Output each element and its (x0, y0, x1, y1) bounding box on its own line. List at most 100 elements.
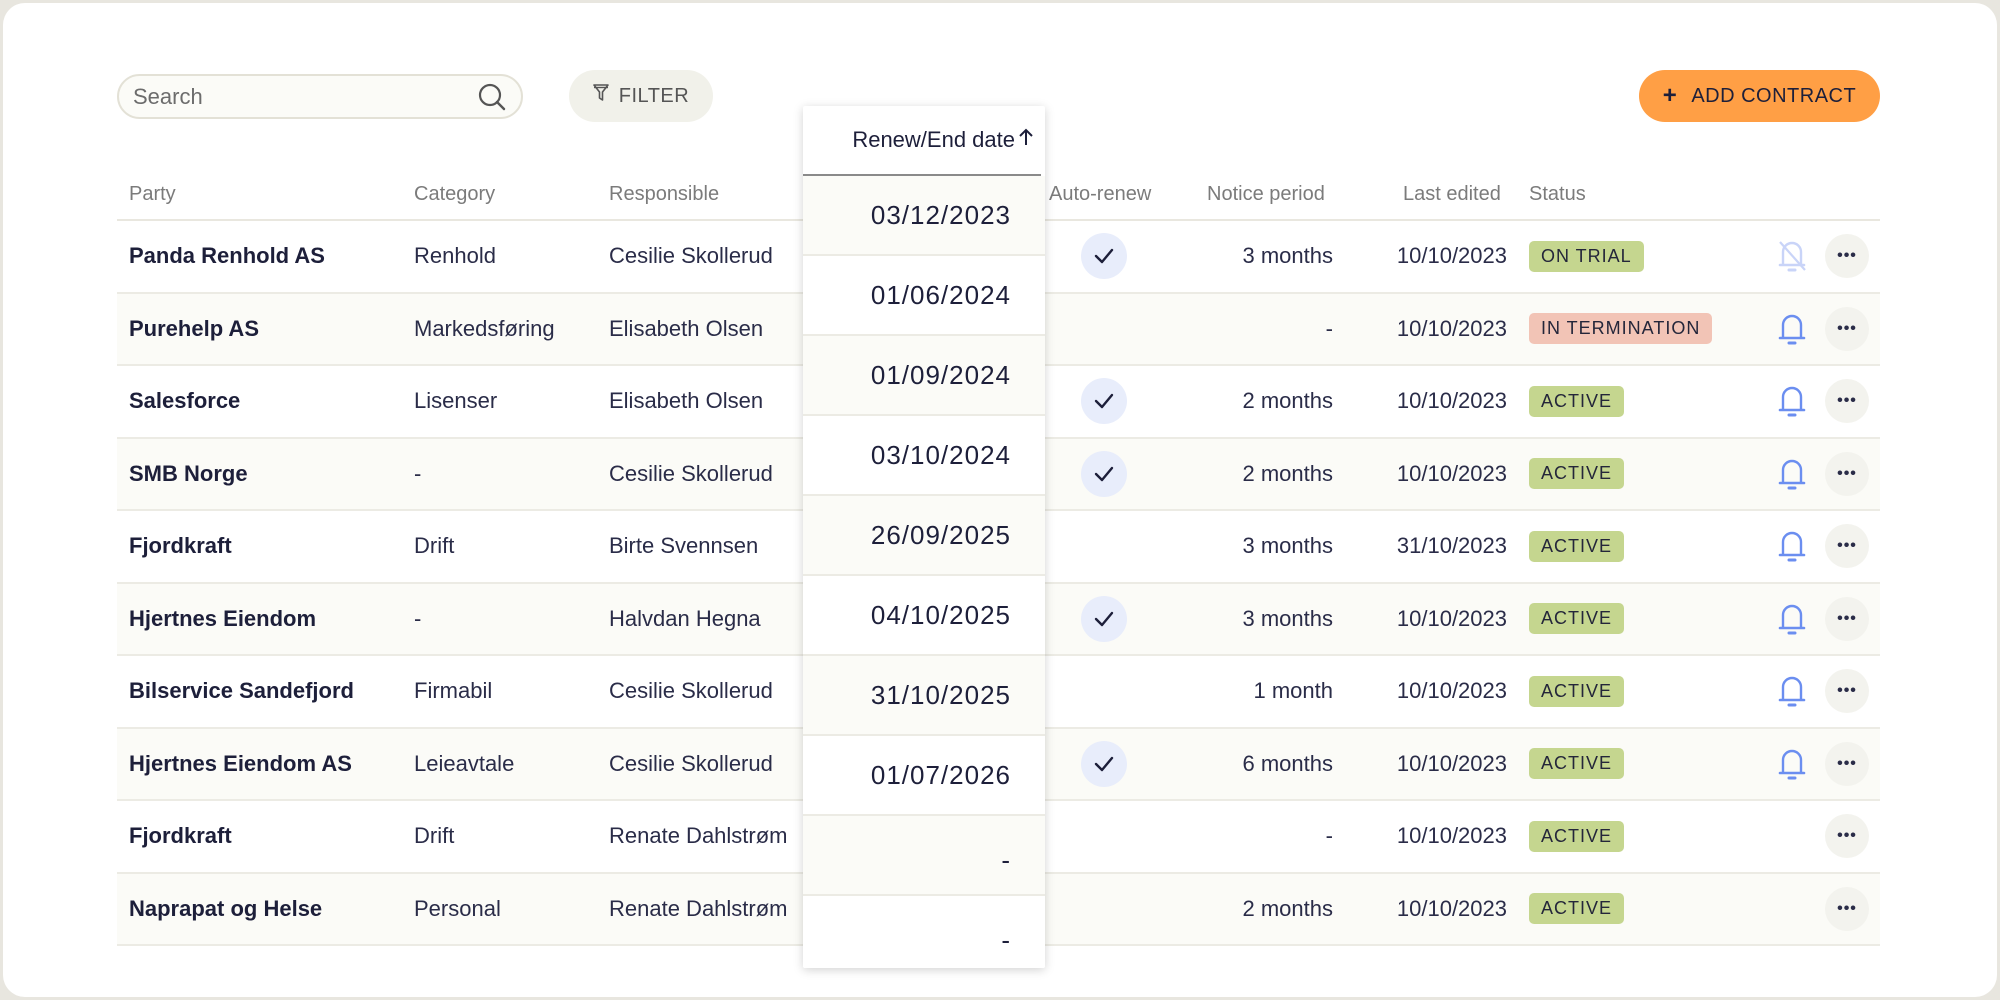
bell-icon[interactable] (1774, 729, 1810, 800)
status-badge: ACTIVE (1529, 820, 1625, 852)
filter-label: FILTER (618, 84, 690, 107)
status-badge: ACTIVE (1529, 458, 1625, 490)
plus-icon: + (1662, 82, 1678, 109)
renew-end-date-cell: 01/07/2026 (803, 736, 1045, 816)
auto-renew (1079, 221, 1129, 292)
bell-icon[interactable] (1774, 511, 1810, 582)
status-badge: ACTIVE (1529, 748, 1625, 780)
more-options-icon[interactable]: ••• (1825, 741, 1869, 786)
check-icon (1081, 595, 1127, 642)
category: Lisenser (414, 388, 498, 414)
notice-period: - (1325, 315, 1333, 341)
bell-icon[interactable] (1774, 294, 1810, 365)
last-edited: 31/10/2023 (1396, 533, 1507, 559)
more-options-icon[interactable]: ••• (1825, 234, 1869, 279)
column-header-status[interactable]: Status (1529, 183, 1586, 206)
bell-off-icon[interactable] (1774, 221, 1810, 292)
search-box[interactable] (117, 74, 523, 119)
party-name[interactable]: Hjertnes Eiendom (129, 584, 316, 655)
more-actions[interactable]: ••• (1825, 874, 1869, 945)
search-icon[interactable] (477, 82, 507, 112)
add-contract-button[interactable]: + ADD CONTRACT (1639, 70, 1880, 122)
status-cell: ACTIVE (1529, 729, 1625, 800)
party-name[interactable]: Purehelp AS (129, 294, 259, 365)
check-icon (1081, 450, 1127, 497)
more-options-icon[interactable]: ••• (1825, 379, 1869, 424)
party-name[interactable]: Fjordkraft (129, 511, 232, 582)
column-header-last-edited[interactable]: Last edited (1403, 183, 1501, 206)
status-cell: ACTIVE (1529, 511, 1625, 582)
status-cell: ACTIVE (1529, 439, 1625, 510)
bell-icon[interactable] (1774, 366, 1810, 437)
column-header-category[interactable]: Category (414, 183, 495, 206)
app-frame: FILTER + ADD CONTRACT Party Category Res… (3, 3, 1997, 997)
more-actions[interactable]: ••• (1825, 656, 1869, 727)
party-name[interactable]: Hjertnes Eiendom AS (129, 729, 352, 800)
renew-end-date-cells: 03/12/2023 01/06/2024 01/09/2024 03/10/2024… (803, 176, 1045, 968)
more-actions[interactable]: ••• (1825, 584, 1869, 655)
party-name[interactable]: Naprapat og Helse (129, 874, 322, 945)
notice-period: 1 month (1253, 678, 1334, 704)
more-options-icon[interactable]: ••• (1825, 814, 1869, 859)
party-name[interactable]: Fjordkraft (129, 801, 232, 872)
bell-icon[interactable] (1774, 656, 1810, 727)
bell-icon[interactable] (1774, 584, 1810, 655)
more-options-icon[interactable]: ••• (1825, 451, 1869, 496)
renew-end-date-cell: 26/09/2025 (803, 496, 1045, 576)
last-edited: 10/10/2023 (1396, 823, 1507, 849)
more-actions[interactable]: ••• (1825, 439, 1869, 510)
status-cell: ACTIVE (1529, 584, 1625, 655)
notice-period: 2 months (1242, 460, 1334, 486)
status-badge: IN TERMINATION (1529, 313, 1713, 345)
more-options-icon[interactable]: ••• (1825, 596, 1869, 641)
column-header-auto-renew[interactable]: Auto-renew (1049, 183, 1151, 206)
column-header-responsible[interactable]: Responsible (609, 183, 719, 206)
renew-end-date-cell: 04/10/2025 (803, 576, 1045, 656)
search-input[interactable] (133, 83, 477, 110)
responsible: Cesilie Skollerud (609, 678, 773, 704)
status-badge: ACTIVE (1529, 385, 1625, 417)
notice-period: - (1325, 823, 1333, 849)
party-name[interactable]: Bilservice Sandefjord (129, 656, 354, 727)
more-actions[interactable]: ••• (1825, 801, 1869, 872)
check-icon (1081, 378, 1127, 425)
category: Personal (414, 895, 501, 921)
responsible: Renate Dahlstrøm (609, 895, 788, 921)
renew-end-date-label: Renew/End date (852, 127, 1015, 152)
last-edited: 10/10/2023 (1396, 750, 1507, 776)
bell-icon[interactable] (1774, 439, 1810, 510)
more-actions[interactable]: ••• (1825, 511, 1869, 582)
category: Markedsføring (414, 315, 555, 341)
status-badge: ACTIVE (1529, 675, 1625, 707)
auto-renew (1079, 729, 1129, 800)
auto-renew (1079, 584, 1129, 655)
party-name[interactable]: Panda Renhold AS (129, 221, 325, 292)
more-options-icon[interactable]: ••• (1825, 886, 1869, 931)
filter-button[interactable]: FILTER (569, 70, 713, 122)
sorted-column-overlay: Renew/End date 03/12/2023 01/06/2024 01/09… (803, 106, 1045, 968)
more-actions[interactable]: ••• (1825, 366, 1869, 437)
more-options-icon[interactable]: ••• (1825, 306, 1869, 351)
add-contract-label: ADD CONTRACT (1691, 84, 1857, 107)
responsible: Elisabeth Olsen (609, 388, 764, 414)
status-badge: ON TRIAL (1529, 240, 1644, 272)
column-header-renew-end-date[interactable]: Renew/End date (803, 106, 1041, 176)
more-actions[interactable]: ••• (1825, 294, 1869, 365)
status-badge: ACTIVE (1529, 530, 1625, 562)
renew-end-date-cell: - (803, 896, 1045, 968)
responsible: Cesilie Skollerud (609, 460, 773, 486)
more-actions[interactable]: ••• (1825, 221, 1869, 292)
status-cell: ACTIVE (1529, 366, 1625, 437)
status-cell: ACTIVE (1529, 874, 1625, 945)
more-actions[interactable]: ••• (1825, 729, 1869, 800)
check-icon (1081, 233, 1127, 280)
category: - (414, 460, 422, 486)
last-edited: 10/10/2023 (1396, 388, 1507, 414)
more-options-icon[interactable]: ••• (1825, 669, 1869, 714)
column-header-notice-period[interactable]: Notice period (1207, 183, 1325, 206)
column-header-party[interactable]: Party (129, 183, 176, 206)
last-edited: 10/10/2023 (1396, 243, 1507, 269)
party-name[interactable]: Salesforce (129, 366, 240, 437)
party-name[interactable]: SMB Norge (129, 439, 248, 510)
more-options-icon[interactable]: ••• (1825, 524, 1869, 569)
